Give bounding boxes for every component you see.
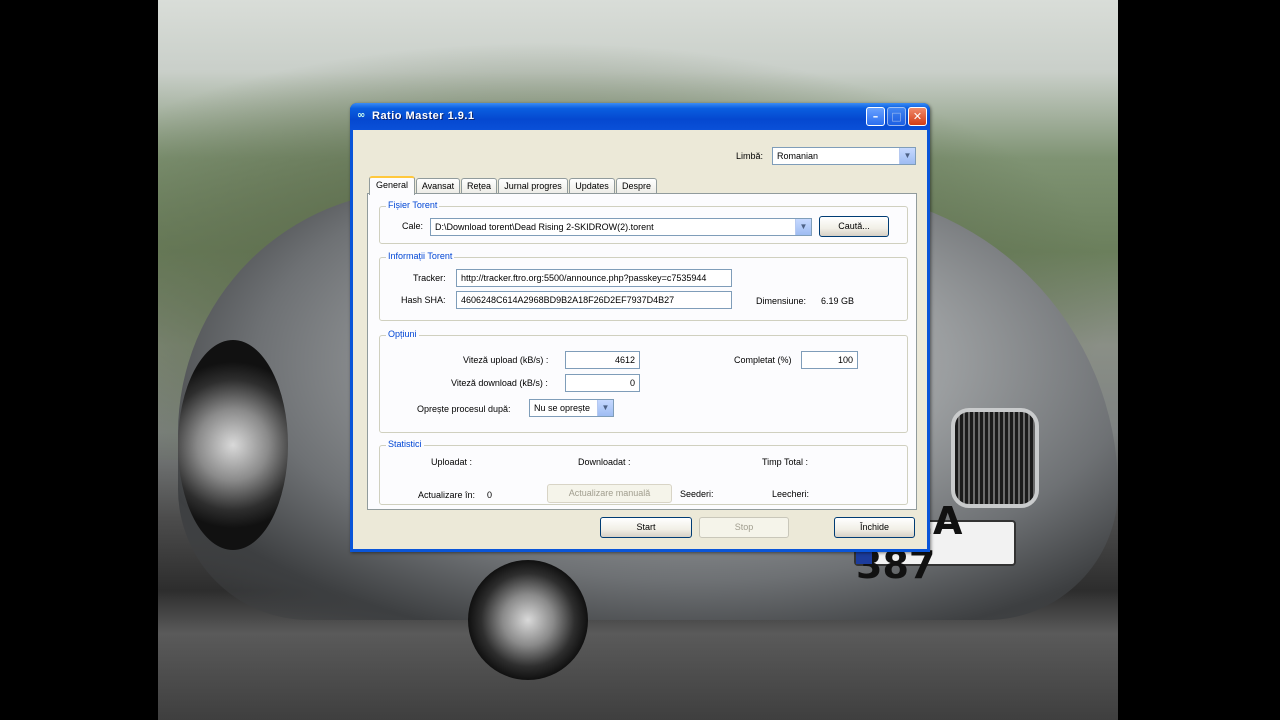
manual-update-button[interactable]: Actualizare manuală [547,484,672,503]
close-window-button[interactable]: Închide [834,517,915,538]
update-in-label: Actualizare în: [418,490,476,500]
stop-after-label: Oprește procesul după: [417,404,511,414]
downloaded-label: Downloadat : [578,457,631,467]
size-value: 6.19 GB [821,296,855,306]
general-tab-panel: Fișier Torent Cale: D:\Download torent\D… [367,193,917,510]
size-label: Dimensiune: [756,296,807,306]
language-value: Romanian [777,151,819,161]
window-client: Limbă: Romanian ▼ General Avansat Rețea … [353,130,927,549]
app-icon: ∞ [357,110,366,121]
maximize-button[interactable]: □ [887,107,906,126]
tab-general[interactable]: General [369,176,415,195]
download-speed-field[interactable]: 0 [565,374,640,392]
tab-jurnal-progres[interactable]: Jurnal progres [498,178,568,194]
total-time-label: Timp Total : [762,457,809,467]
ratio-master-window: ∞ Ratio Master 1.9.1 – □ ✕ Limbă: Romani… [350,103,930,552]
language-label: Limbă: [736,151,764,161]
path-label: Cale: [402,221,424,231]
browse-button[interactable]: Caută... [819,216,889,237]
complete-label: Completat (%) [734,355,792,365]
group-title: Fișier Torent [386,200,440,210]
title-bar[interactable]: ∞ Ratio Master 1.9.1 – □ ✕ [350,103,930,130]
tracker-label: Tracker: [413,273,446,283]
group-informatii-torent: Informații Torent Tracker: http://tracke… [379,251,908,321]
group-title: Informații Torent [386,251,455,261]
wallpaper-wheel-rear [468,560,588,680]
torrent-path-value: D:\Download torent\Dead Rising 2-SKIDROW… [435,222,654,232]
seeders-label: Seederi: [680,489,714,499]
stop-after-select[interactable]: Nu se oprește ▼ [529,399,614,417]
chevron-down-icon: ▼ [899,148,915,164]
tab-retea[interactable]: Rețea [461,178,497,194]
tab-updates[interactable]: Updates [569,178,615,194]
start-button[interactable]: Start [600,517,692,538]
torrent-path-select[interactable]: D:\Download torent\Dead Rising 2-SKIDROW… [430,218,812,236]
tab-avansat[interactable]: Avansat [416,178,460,194]
minimize-button[interactable]: – [866,107,885,126]
chevron-down-icon: ▼ [597,400,613,416]
language-select[interactable]: Romanian ▼ [772,147,916,165]
hash-field[interactable]: 4606248C614A2968BD9B2A18F26D2EF7937D4B27 [456,291,732,309]
tab-despre[interactable]: Despre [616,178,657,194]
tracker-field[interactable]: http://tracker.ftro.org:5500/announce.ph… [456,269,732,287]
stop-button[interactable]: Stop [699,517,789,538]
upload-speed-label: Viteză upload (kB/s) : [463,355,549,365]
leechers-label: Leecheri: [772,489,810,499]
window-title: Ratio Master 1.9.1 [372,110,475,122]
complete-field[interactable]: 100 [801,351,858,369]
close-button[interactable]: ✕ [908,107,927,126]
group-optiuni: Opțiuni Viteză upload (kB/s) : 4612 Vite… [379,329,908,433]
upload-speed-field[interactable]: 4612 [565,351,640,369]
group-title: Opțiuni [386,329,419,339]
wallpaper-wheel-front [178,340,288,550]
stop-after-value: Nu se oprește [534,403,591,413]
download-speed-label: Viteză download (kB/s) : [451,378,548,388]
group-fisier-torent: Fișier Torent Cale: D:\Download torent\D… [379,200,908,244]
chevron-down-icon: ▼ [795,219,811,235]
group-statistici: Statistici Uploadat : Downloadat : Timp … [379,439,908,505]
group-title: Statistici [386,439,424,449]
wallpaper-car-grille [951,408,1039,508]
uploaded-label: Uploadat : [431,457,473,467]
update-in-value: 0 [487,490,493,500]
hash-label: Hash SHA: [401,295,446,305]
